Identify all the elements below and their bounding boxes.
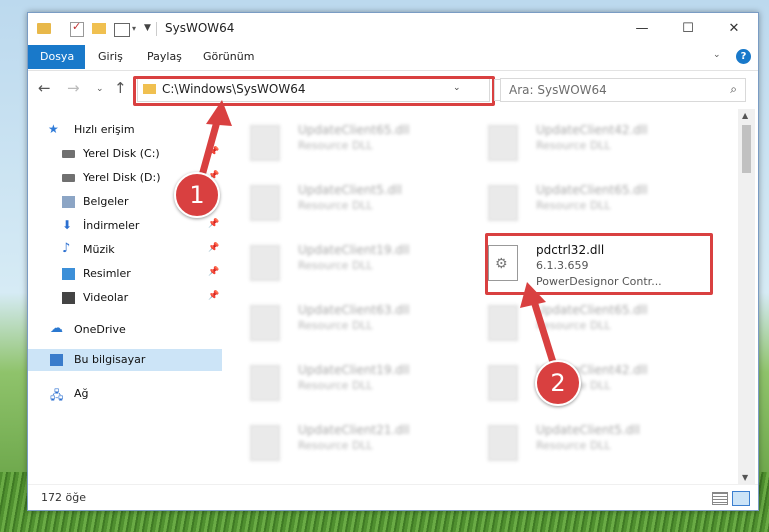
annotation-arrows: [194, 100, 560, 376]
arrow-head-2: [520, 282, 546, 308]
step-badge-1: 1: [174, 172, 220, 218]
step-badge-2: 2: [535, 360, 581, 406]
arrow-head-1: [206, 100, 232, 126]
